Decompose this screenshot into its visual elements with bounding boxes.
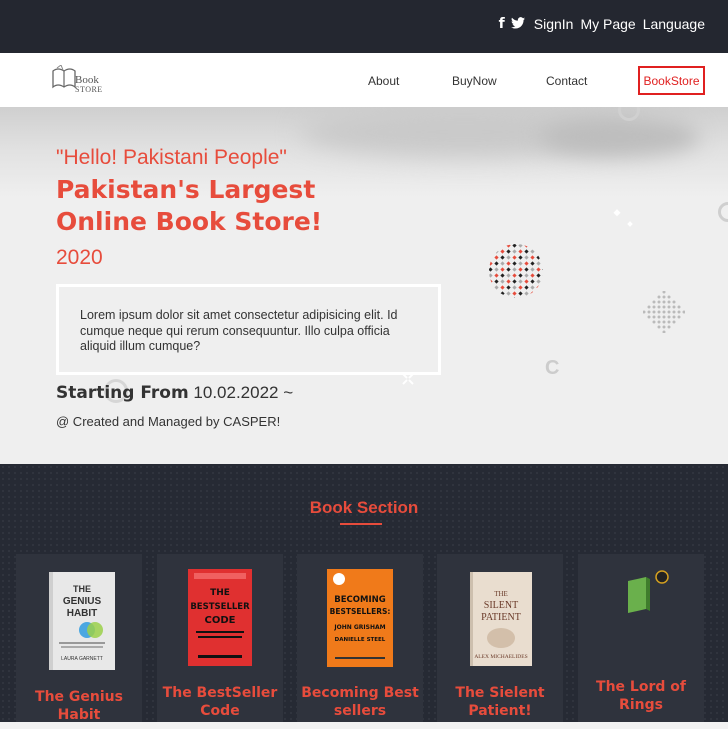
hero-headline-line2: Online Book Store!: [56, 207, 323, 236]
cover-text: HABIT: [67, 608, 98, 619]
starting-label: Starting From: [56, 383, 189, 403]
language-link[interactable]: Language: [643, 16, 705, 32]
created-by: @ Created and Managed by CASPER!: [56, 414, 281, 429]
book-title[interactable]: Becoming Best sellers: [297, 684, 423, 720]
book-title[interactable]: The BestSeller Code: [157, 684, 283, 720]
top-links: f SignIn My Page Language: [499, 16, 705, 32]
decor-squares: [613, 209, 633, 227]
cover-text: THE: [73, 584, 91, 594]
cover-text: BESTSELLER: [190, 602, 250, 612]
book-card[interactable]: THE GENIUS HABIT LAURA GARNETT The Geniu…: [16, 554, 142, 729]
hero-greeting: "Hello! Pakistani People": [56, 146, 287, 169]
decor-letter: C: [545, 357, 560, 379]
decor-dot-pattern: [489, 244, 543, 298]
cover-text: PATIENT: [481, 612, 521, 623]
book-card[interactable]: THE SILENT PATIENT ALEX MICHAELIDES The …: [437, 554, 563, 729]
nav-about[interactable]: About: [368, 74, 399, 88]
cover-text: THE: [210, 588, 230, 598]
book-card[interactable]: THE BESTSELLER CODE The BestSeller Code: [157, 554, 283, 729]
cover-text: DANIELLE STEEL: [335, 637, 386, 643]
cover-text: CODE: [205, 615, 236, 626]
hero-blur-shape: [540, 117, 700, 157]
cover-text: THE: [494, 590, 508, 598]
starting-from: Starting From 10.02.2022 ~: [56, 383, 293, 403]
book-cover-becoming-bestsellers: BECOMING BESTSELLERS: JOHN GRISHAM DANIE…: [327, 569, 393, 667]
decor-diamond-pattern: [643, 291, 685, 333]
logo-text-store: STORE: [75, 85, 103, 94]
social-icons: f: [499, 16, 525, 32]
hero-year: 2020: [56, 246, 103, 269]
hero-section: C "Hello! Pakistani People" Pakistan's L…: [0, 107, 728, 464]
cover-text: ALEX MICHAELIDES: [474, 654, 527, 660]
top-bar: f SignIn My Page Language: [0, 0, 728, 53]
book-title[interactable]: The Genius Habit: [16, 688, 142, 724]
book-section: Book Section THE GENIUS HABIT LAURA GARN…: [0, 464, 728, 729]
cover-text: SILENT: [484, 600, 518, 611]
bottom-strip: [0, 722, 728, 729]
book-cover-lord-of-rings: [628, 570, 669, 613]
book-cover-silent-patient: THE SILENT PATIENT ALEX MICHAELIDES: [470, 572, 532, 666]
title-underline: [340, 523, 382, 525]
cover-text: GENIUS: [63, 596, 102, 607]
mypage-link[interactable]: My Page: [580, 16, 635, 32]
book-card[interactable]: The Lord of Rings: [578, 554, 704, 729]
nav-buynow[interactable]: BuyNow: [452, 74, 497, 88]
cover-text: LAURA GARNETT: [61, 656, 103, 662]
facebook-icon[interactable]: f: [499, 16, 505, 32]
main-navbar: Book STORE About BuyNow Contact BookStor…: [0, 53, 728, 107]
cover-text: BECOMING: [334, 595, 385, 605]
twitter-icon[interactable]: [510, 16, 525, 32]
cover-text: BESTSELLERS:: [330, 607, 391, 616]
hero-headline-line1: Pakistan's Largest: [56, 175, 316, 204]
bookstore-logo[interactable]: Book STORE: [51, 63, 107, 97]
logo-text-book: Book: [75, 74, 99, 86]
nav-contact[interactable]: Contact: [546, 74, 587, 88]
open-book-icon: [52, 65, 76, 89]
decor-ring: [718, 202, 728, 222]
book-card[interactable]: BECOMING BESTSELLERS: JOHN GRISHAM DANIE…: [297, 554, 423, 729]
starting-date: 10.02.2022 ~: [193, 383, 294, 402]
signin-link[interactable]: SignIn: [534, 16, 574, 32]
book-cover-genius-habit: THE GENIUS HABIT LAURA GARNETT: [49, 572, 115, 670]
hero-description: Lorem ipsum dolor sit amet consectetur a…: [80, 308, 398, 353]
nav-bookstore[interactable]: BookStore: [638, 66, 705, 95]
hero-description-box: Lorem ipsum dolor sit amet consectetur a…: [56, 284, 441, 375]
book-title[interactable]: The Lord of Rings: [578, 678, 704, 714]
book-title[interactable]: The Sielent Patient!: [437, 684, 563, 720]
book-cover-bestseller-code: THE BESTSELLER CODE: [188, 569, 252, 666]
cover-text: JOHN GRISHAM: [333, 624, 385, 631]
book-section-title: Book Section: [309, 498, 419, 517]
